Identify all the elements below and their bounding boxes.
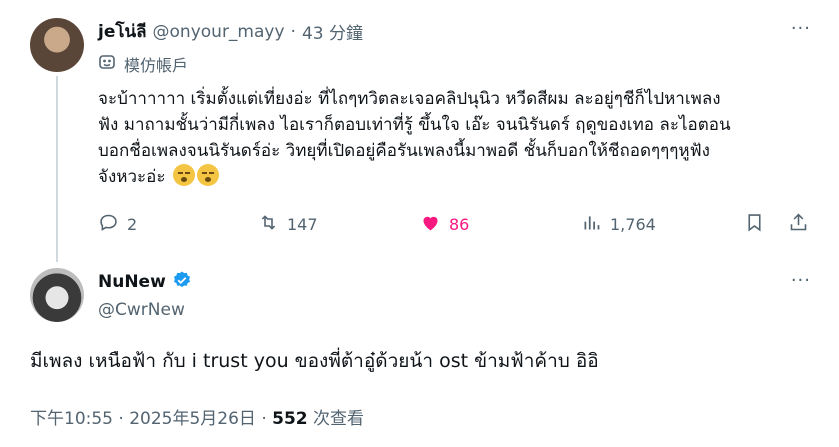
repost-button[interactable]: 147 xyxy=(258,212,318,237)
astonished-face-icon xyxy=(172,164,195,186)
avatar-nunew[interactable] xyxy=(30,268,84,322)
bookmark-button[interactable] xyxy=(744,212,765,237)
post1-time-ago[interactable]: 43 分鐘 xyxy=(302,19,363,44)
post1-more-button[interactable]: ··· xyxy=(791,18,811,39)
parody-label: 模仿帳戶 xyxy=(98,52,188,76)
views-count: 1,764 xyxy=(610,215,656,234)
like-button[interactable]: 86 xyxy=(420,212,469,237)
post2-handle[interactable]: @CwrNew xyxy=(98,300,185,320)
thread-connector-line xyxy=(56,76,58,262)
astonished-face-icon xyxy=(196,164,219,186)
reply-icon xyxy=(98,212,119,237)
reply-button[interactable]: 2 xyxy=(98,212,137,237)
repost-count: 147 xyxy=(287,215,318,234)
post1-text-line: บอกชื่อเพลงจนนิรันดร์อ่ะ วิทยุที่เปิดอยู… xyxy=(98,141,710,161)
post2-timestamp[interactable]: 下午10:55 · 2025年5月26日 · xyxy=(30,409,272,429)
post2-view-suffix: 次查看 xyxy=(307,409,365,429)
share-button[interactable] xyxy=(788,212,809,237)
post1-text-line: จังหวะอ่ะ xyxy=(98,167,166,187)
parody-mask-icon xyxy=(98,53,116,75)
views-button[interactable]: 1,764 xyxy=(581,212,656,237)
views-bar-chart-icon xyxy=(581,212,602,237)
post2-more-button[interactable]: ··· xyxy=(791,270,811,291)
like-count: 86 xyxy=(449,215,470,234)
reply-count: 2 xyxy=(127,215,138,234)
verified-badge-icon xyxy=(172,270,192,294)
heart-icon xyxy=(420,212,441,237)
repost-icon xyxy=(258,212,279,237)
post1-text-line: จะบ้าาาาาา เริ่มตั้งแต่เที่ยงอ่ะ ที่ไถๆท… xyxy=(98,89,721,109)
parody-label-text: 模仿帳戶 xyxy=(124,56,189,75)
post2-meta: 下午10:55 · 2025年5月26日 · 552 次查看 xyxy=(30,404,364,429)
share-icon xyxy=(788,212,809,237)
post1-separator: · xyxy=(290,21,296,42)
post2-display-name[interactable]: NuNew xyxy=(98,272,166,292)
post1-text: จะบ้าาาาาา เริ่มตั้งแต่เที่ยงอ่ะ ที่ไถๆท… xyxy=(98,86,818,190)
bookmark-icon xyxy=(744,212,765,237)
post1-handle[interactable]: @onyour_mayy xyxy=(153,22,285,42)
post1-text-line: ฟัง มาถามชั้นว่ามีกี่เพลง ไอเราก็ตอบเท่า… xyxy=(98,115,731,135)
post1-display-name[interactable]: jeโน่ลี xyxy=(98,18,147,45)
post2-text: มีเพลง เหนือฟ้า กับ i trust you ของพี่ต้… xyxy=(30,350,599,372)
avatar-jenoly[interactable] xyxy=(30,18,84,72)
post2-view-count: 552 xyxy=(272,409,308,429)
